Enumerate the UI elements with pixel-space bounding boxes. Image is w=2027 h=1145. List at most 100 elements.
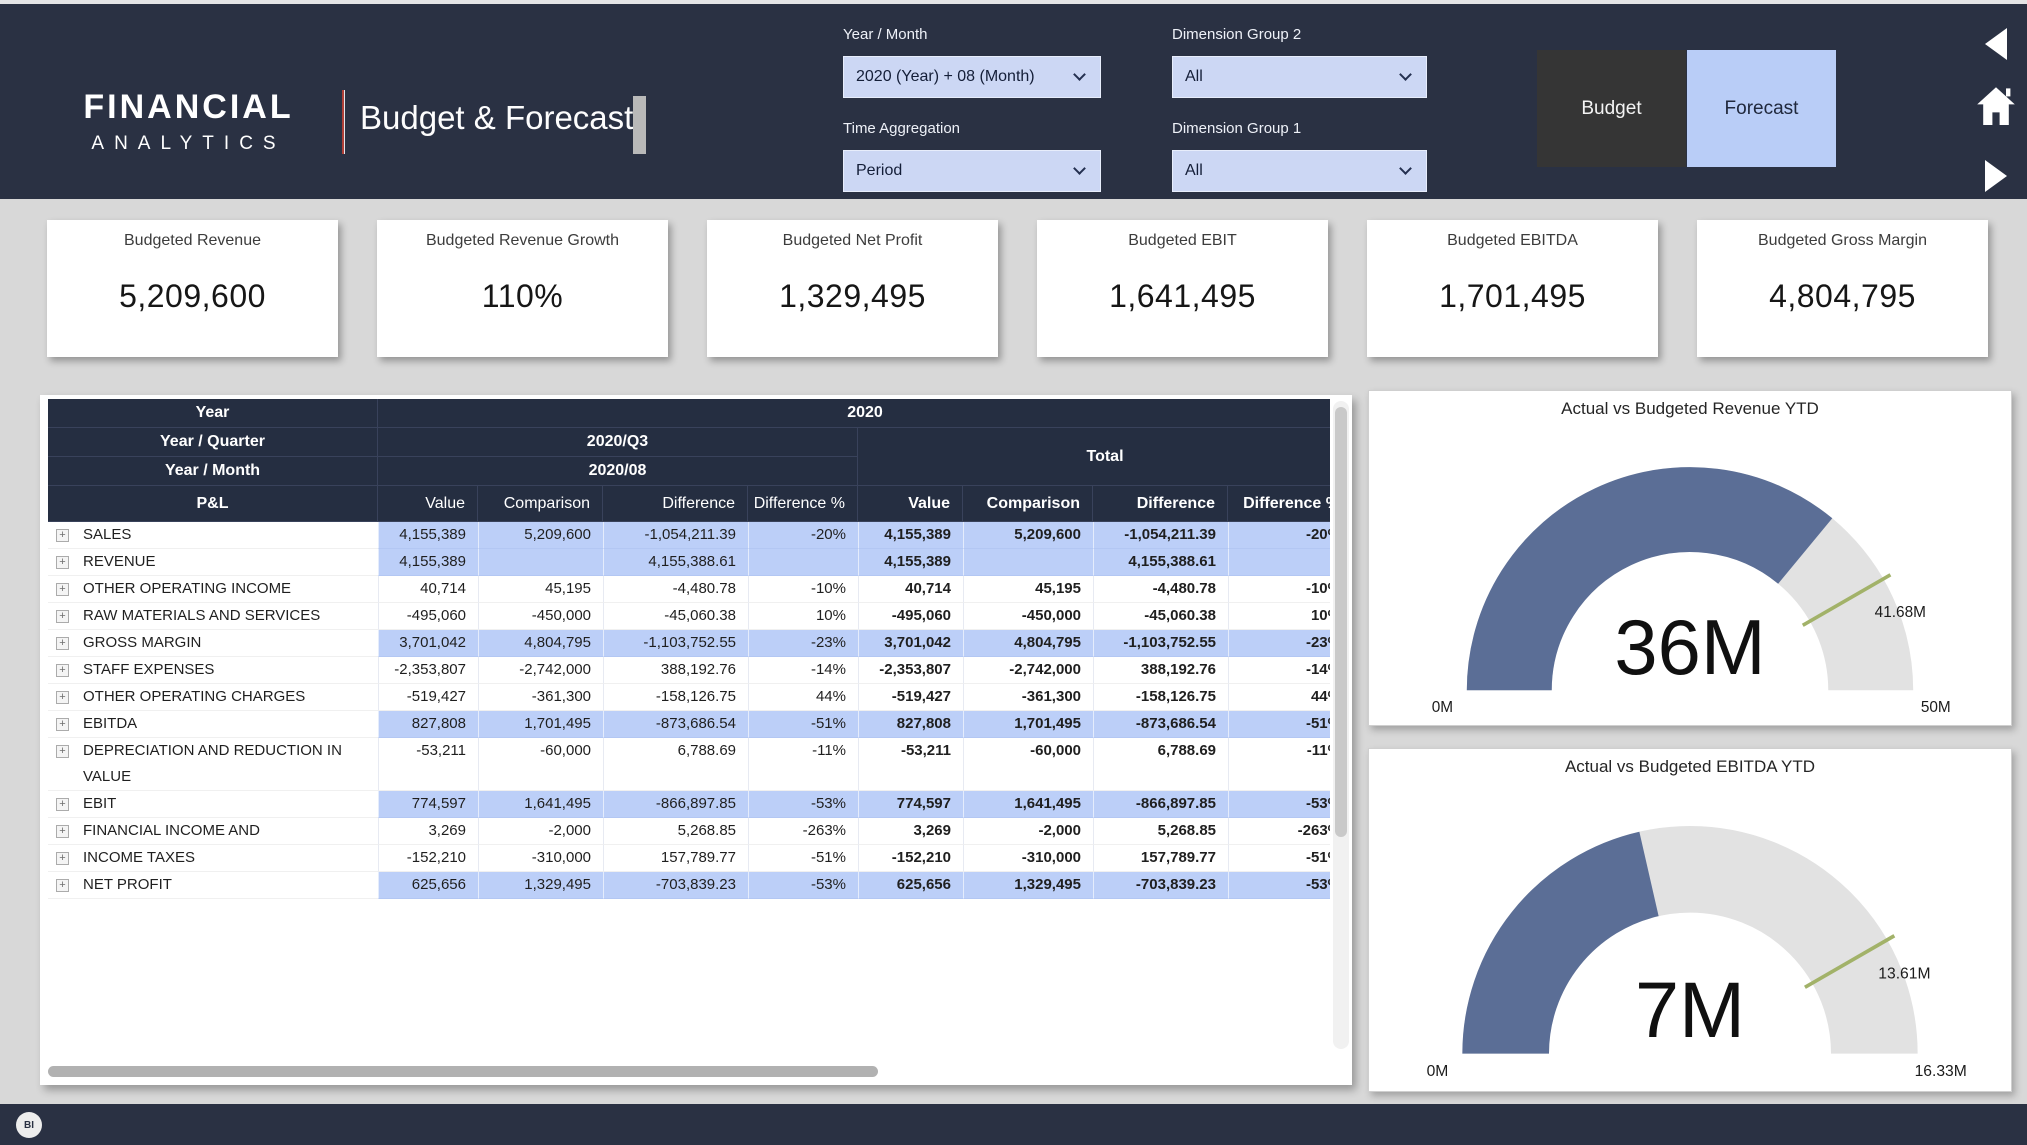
row-label: REVENUE	[83, 553, 156, 570]
forecast-button[interactable]: Forecast	[1687, 50, 1836, 167]
budget-button[interactable]: Budget	[1537, 50, 1686, 167]
period-cell: 40,714	[378, 576, 478, 603]
kpi-label: Budgeted EBIT	[1128, 232, 1237, 249]
table-row[interactable]: + GROSS MARGIN 3,701,042 4,804,795 -1,103,75…	[48, 630, 1330, 657]
expand-icon[interactable]: +	[56, 610, 69, 623]
total-cell	[963, 549, 1093, 576]
pnl-table-body: + SALES 4,155,389 5,209,600 -1,054,211.39 -20…	[48, 522, 1330, 899]
period-cell: -51%	[748, 845, 858, 872]
period-cell: 4,804,795	[478, 630, 603, 657]
period-cell: 6,788.69	[603, 738, 748, 791]
total-cell: -1,054,211.39	[1093, 522, 1228, 549]
total-cell: -45,060.38	[1093, 603, 1228, 630]
period-cell: -361,300	[478, 684, 603, 711]
expand-icon[interactable]: +	[56, 718, 69, 731]
total-cell: 4,804,795	[963, 630, 1093, 657]
total-cell: -263%	[1228, 818, 1330, 845]
row-label-cell: + OTHER OPERATING INCOME	[48, 576, 378, 603]
expand-icon[interactable]: +	[56, 529, 69, 542]
period-comparison-header: Comparison	[478, 486, 603, 522]
period-cell: 5,209,600	[478, 522, 603, 549]
total-cell: 44%	[1228, 684, 1330, 711]
horizontal-scrollbar-thumb[interactable]	[48, 1066, 878, 1077]
chevron-down-icon	[1399, 68, 1412, 81]
row-label-cell: + RAW MATERIALS AND SERVICES	[48, 603, 378, 630]
row-label: OTHER OPERATING INCOME	[83, 580, 292, 597]
row-label: GROSS MARGIN	[83, 634, 202, 651]
table-row[interactable]: + DEPRECIATION AND REDUCTION IN VALUE -53,…	[48, 738, 1330, 791]
table-row[interactable]: + REVENUE 4,155,389 4,155,388.61 4,155,389 4,…	[48, 549, 1330, 576]
total-cell: -51%	[1228, 845, 1330, 872]
period-cell: -495,060	[378, 603, 478, 630]
total-cell: 1,641,495	[963, 791, 1093, 818]
back-arrow-icon[interactable]	[1972, 28, 2020, 60]
total-cell: 1,329,495	[963, 872, 1093, 899]
period-cell: -23%	[748, 630, 858, 657]
time-aggregation-dropdown[interactable]: Period	[843, 150, 1101, 192]
expand-icon[interactable]: +	[56, 745, 69, 758]
quarter-row-value: 2020/Q3	[378, 428, 858, 457]
period-cell: -51%	[748, 711, 858, 738]
period-cell: -703,839.23	[603, 872, 748, 899]
period-cell: -866,897.85	[603, 791, 748, 818]
table-row[interactable]: + EBIT 774,597 1,641,495 -866,897.85 -53% 774,…	[48, 791, 1330, 818]
period-cell: 157,789.77	[603, 845, 748, 872]
dimension-group-1-dropdown[interactable]: All	[1172, 150, 1427, 192]
vertical-scrollbar-thumb[interactable]	[1335, 407, 1347, 837]
table-row[interactable]: + FINANCIAL INCOME AND 3,269 -2,000 5,268.85…	[48, 818, 1330, 845]
table-row[interactable]: + INCOME TAXES -152,210 -310,000 157,789.77-…	[48, 845, 1330, 872]
expand-icon[interactable]: +	[56, 825, 69, 838]
row-label-cell: + DEPRECIATION AND REDUCTION IN VALUE	[48, 738, 378, 791]
row-label-cell: + EBITDA	[48, 711, 378, 738]
total-cell: 774,597	[858, 791, 963, 818]
dimension-group-2-value: All	[1185, 68, 1203, 85]
vertical-scrollbar[interactable]	[1333, 401, 1349, 1049]
row-label: NET PROFIT	[83, 876, 172, 893]
home-icon[interactable]	[1972, 82, 2020, 130]
expand-icon[interactable]: +	[56, 691, 69, 704]
expand-icon[interactable]: +	[56, 637, 69, 650]
kpi-value: 1,329,495	[779, 278, 926, 314]
dimension-group-1-value: All	[1185, 162, 1203, 179]
kpi-label: Budgeted Revenue Growth	[425, 232, 619, 249]
period-cell: -450,000	[478, 603, 603, 630]
total-cell: -60,000	[963, 738, 1093, 791]
gauge-title: Actual vs Budgeted EBITDA YTD	[1564, 757, 1816, 776]
total-cell	[1228, 549, 1330, 576]
table-row[interactable]: + SALES 4,155,389 5,209,600 -1,054,211.39 -20…	[48, 522, 1330, 549]
table-row[interactable]: + EBITDA 827,808 1,701,495 -873,686.54 -51% 82…	[48, 711, 1330, 738]
period-cell: -152,210	[378, 845, 478, 872]
expand-icon[interactable]: +	[56, 556, 69, 569]
dimension-group-2-dropdown[interactable]: All	[1172, 56, 1427, 98]
period-value-header: Value	[378, 486, 478, 522]
forward-arrow-icon[interactable]	[1972, 160, 2020, 192]
time-aggregation-value: Period	[856, 162, 903, 179]
period-cell: -1,054,211.39	[603, 522, 748, 549]
expand-icon[interactable]: +	[56, 583, 69, 596]
row-label-cell: + REVENUE	[48, 549, 378, 576]
total-cell: 388,192.76	[1093, 657, 1228, 684]
expand-icon[interactable]: +	[56, 852, 69, 865]
total-cell: -53,211	[858, 738, 963, 791]
total-cell: -11%	[1228, 738, 1330, 791]
month-row-label: Year / Month	[48, 457, 378, 486]
expand-icon[interactable]: +	[56, 798, 69, 811]
row-label-cell: + NET PROFIT	[48, 872, 378, 899]
period-cell: 5,268.85	[603, 818, 748, 845]
row-label-cell: + EBIT	[48, 791, 378, 818]
gauge-value-label: 36M	[1614, 605, 1765, 691]
gauge-target-label: 41.68M	[1875, 604, 1926, 621]
bi-badge[interactable]: BI	[16, 1112, 42, 1138]
total-cell: 625,656	[858, 872, 963, 899]
kpi-card-budgeted-gross-margin: Budgeted Gross Margin 4,804,795	[1697, 220, 1988, 357]
expand-icon[interactable]: +	[56, 664, 69, 677]
expand-icon[interactable]: +	[56, 879, 69, 892]
year-month-dropdown[interactable]: 2020 (Year) + 08 (Month)	[843, 56, 1101, 98]
table-row[interactable]: + OTHER OPERATING CHARGES -519,427 -361,300…	[48, 684, 1330, 711]
table-row[interactable]: + OTHER OPERATING INCOME 40,714 45,195 -4,48…	[48, 576, 1330, 603]
table-row[interactable]: + NET PROFIT 625,656 1,329,495 -703,839.23 -5…	[48, 872, 1330, 899]
kpi-label: Budgeted Gross Margin	[1758, 232, 1927, 249]
gauge-svg: 0M 50M 36M 41.68M	[1432, 467, 1951, 716]
table-row[interactable]: + RAW MATERIALS AND SERVICES -495,060 -450,…	[48, 603, 1330, 630]
table-row[interactable]: + STAFF EXPENSES -2,353,807 -2,742,000 388,1…	[48, 657, 1330, 684]
